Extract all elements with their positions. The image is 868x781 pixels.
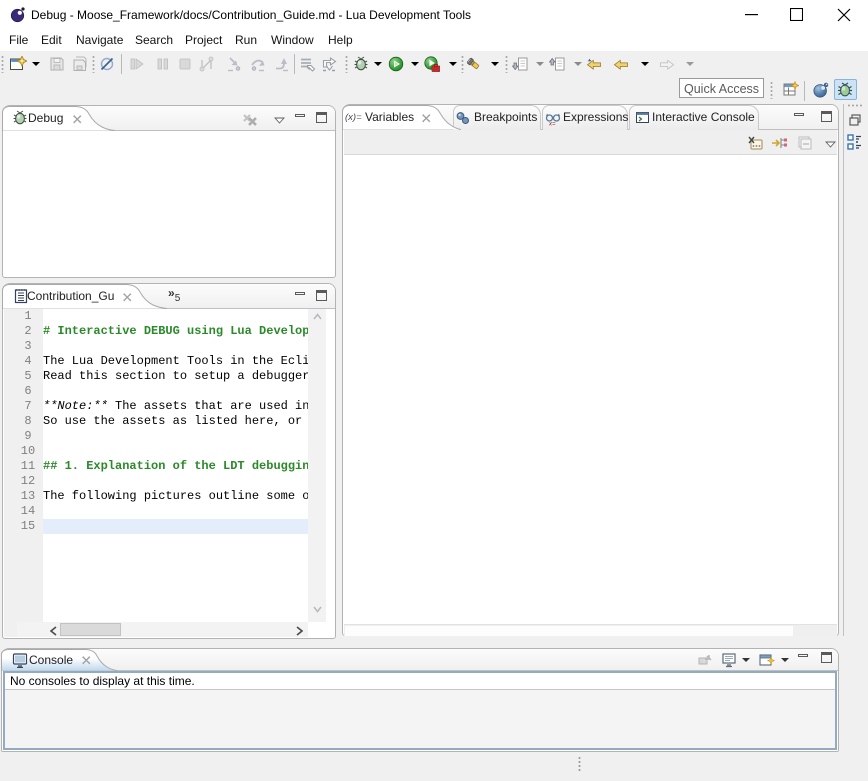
svg-text:x=: x= (548, 122, 556, 127)
